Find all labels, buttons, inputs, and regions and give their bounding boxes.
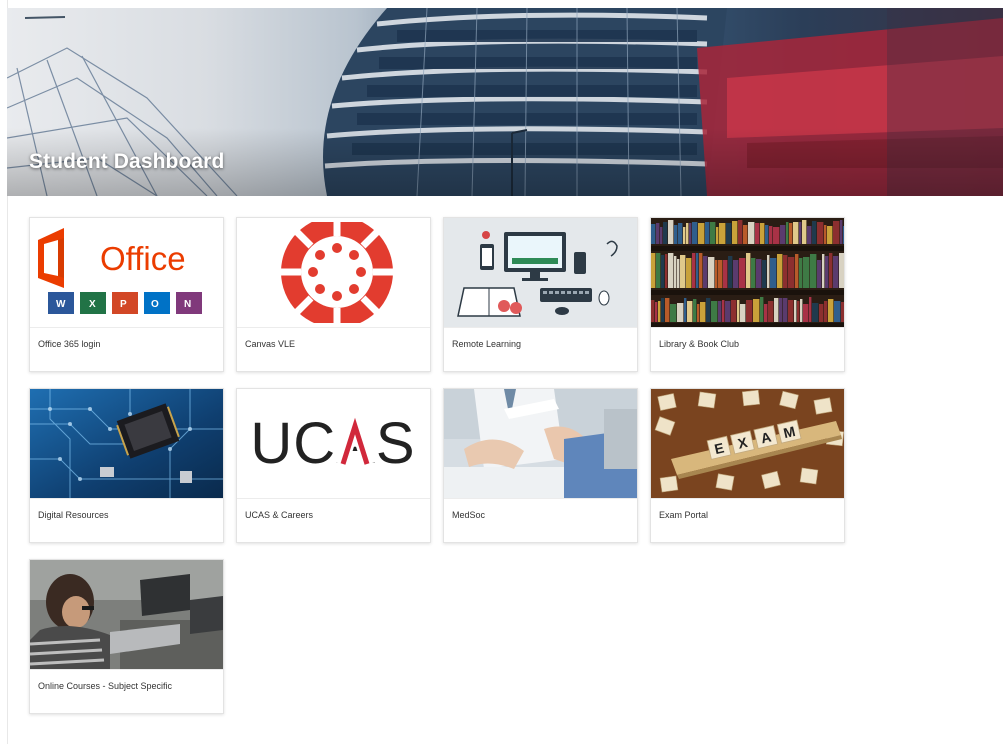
tile-label: Online Courses - Subject Specific	[38, 681, 173, 691]
tile-library-book-club[interactable]: Library & Book Club	[650, 217, 845, 372]
tile-ucas-careers[interactable]: UCAS UCAS & Careers	[236, 388, 431, 543]
hero-banner: Student Dashboard	[7, 8, 1003, 196]
svg-text:N: N	[184, 299, 191, 310]
remote-learning-illustration	[444, 218, 637, 328]
ucas-wordmark: UCAS	[250, 411, 415, 476]
tile-digital-resources[interactable]: Digital Resources	[29, 388, 224, 543]
tile-grid: Office W X P O N Office 365 login Canvas…	[29, 217, 845, 714]
tile-label: Library & Book Club	[659, 339, 740, 349]
tile-online-courses-subject-specific[interactable]: Online Courses - Subject Specific	[29, 559, 224, 714]
tile-office-365-login[interactable]: Office W X P O N Office 365 login	[29, 217, 224, 372]
students-laptops-photo	[30, 560, 223, 670]
tile-label: Remote Learning	[452, 339, 522, 349]
tile-label: Office 365 login	[38, 339, 101, 349]
page-title: Student Dashboard	[29, 150, 225, 173]
canvas-logo	[237, 218, 430, 328]
svg-text:X: X	[89, 299, 96, 310]
svg-text:P: P	[120, 299, 127, 310]
tile-exam-portal[interactable]: E X A M Exam Portal	[650, 388, 845, 543]
office-wordmark: Office	[100, 240, 186, 277]
tile-label: UCAS & Careers	[245, 510, 314, 520]
bookshelf-photo	[651, 218, 844, 328]
tile-label: Digital Resources	[38, 510, 109, 520]
tile-label: Exam Portal	[659, 510, 709, 520]
svg-text:W: W	[56, 299, 66, 310]
circuit-board-photo	[30, 389, 223, 499]
svg-text:O: O	[151, 299, 159, 310]
tile-label: MedSoc	[452, 510, 486, 520]
tile-canvas-vle[interactable]: Canvas VLE	[236, 217, 431, 372]
tile-remote-learning[interactable]: Remote Learning	[443, 217, 638, 372]
tile-medsoc[interactable]: MedSoc	[443, 388, 638, 543]
exam-scrabble-photo: E X A M	[651, 389, 844, 499]
office-logo: Office W X P O N	[30, 218, 223, 328]
doctor-consultation-photo	[444, 389, 637, 499]
ucas-logo: UCAS	[237, 389, 430, 499]
tile-label: Canvas VLE	[245, 339, 296, 349]
